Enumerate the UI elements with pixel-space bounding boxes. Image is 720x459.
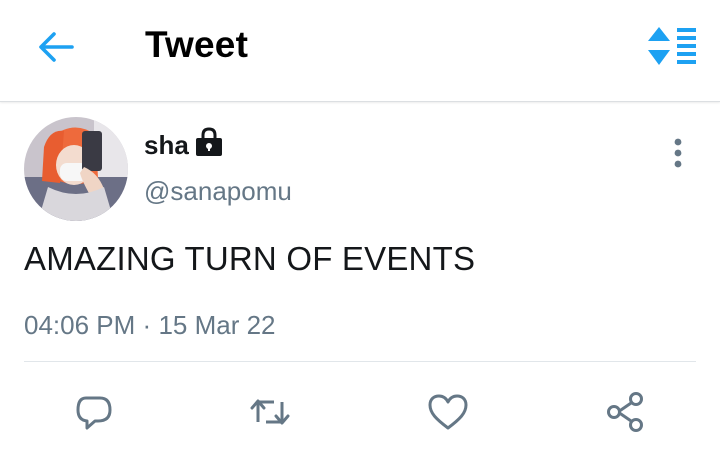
retweet-button[interactable] — [248, 390, 292, 434]
tweet-time: 04:06 PM — [24, 310, 136, 340]
like-icon — [428, 394, 468, 430]
like-button[interactable] — [426, 390, 470, 434]
sort-toggle-button[interactable] — [644, 26, 700, 66]
avatar-photo — [24, 117, 128, 221]
share-button[interactable] — [604, 390, 648, 434]
divider — [24, 361, 696, 362]
page-title: Tweet — [145, 24, 249, 65]
more-options-button[interactable] — [662, 134, 694, 172]
tweet-text: AMAZING TURN OF EVENTS — [24, 240, 476, 277]
reply-icon — [76, 396, 112, 430]
tweet-timestamp: 04:06 PM · 15 Mar 22 — [24, 310, 276, 341]
tweet-date: 15 Mar 22 — [158, 310, 276, 340]
avatar[interactable] — [24, 117, 128, 221]
user-handle[interactable]: @sanapomu — [144, 176, 292, 207]
retweet-icon — [250, 399, 290, 425]
more-vertical-icon — [674, 138, 682, 168]
arrow-left-icon — [39, 32, 74, 62]
back-button[interactable] — [34, 28, 76, 66]
lock-icon — [194, 127, 224, 158]
share-icon — [607, 392, 643, 432]
top-app-bar: Tweet — [0, 0, 720, 102]
reply-button[interactable] — [72, 390, 116, 434]
display-name[interactable]: sha — [144, 130, 189, 161]
sort-toggle-icon — [648, 27, 696, 65]
timestamp-separator: · — [142, 310, 152, 340]
